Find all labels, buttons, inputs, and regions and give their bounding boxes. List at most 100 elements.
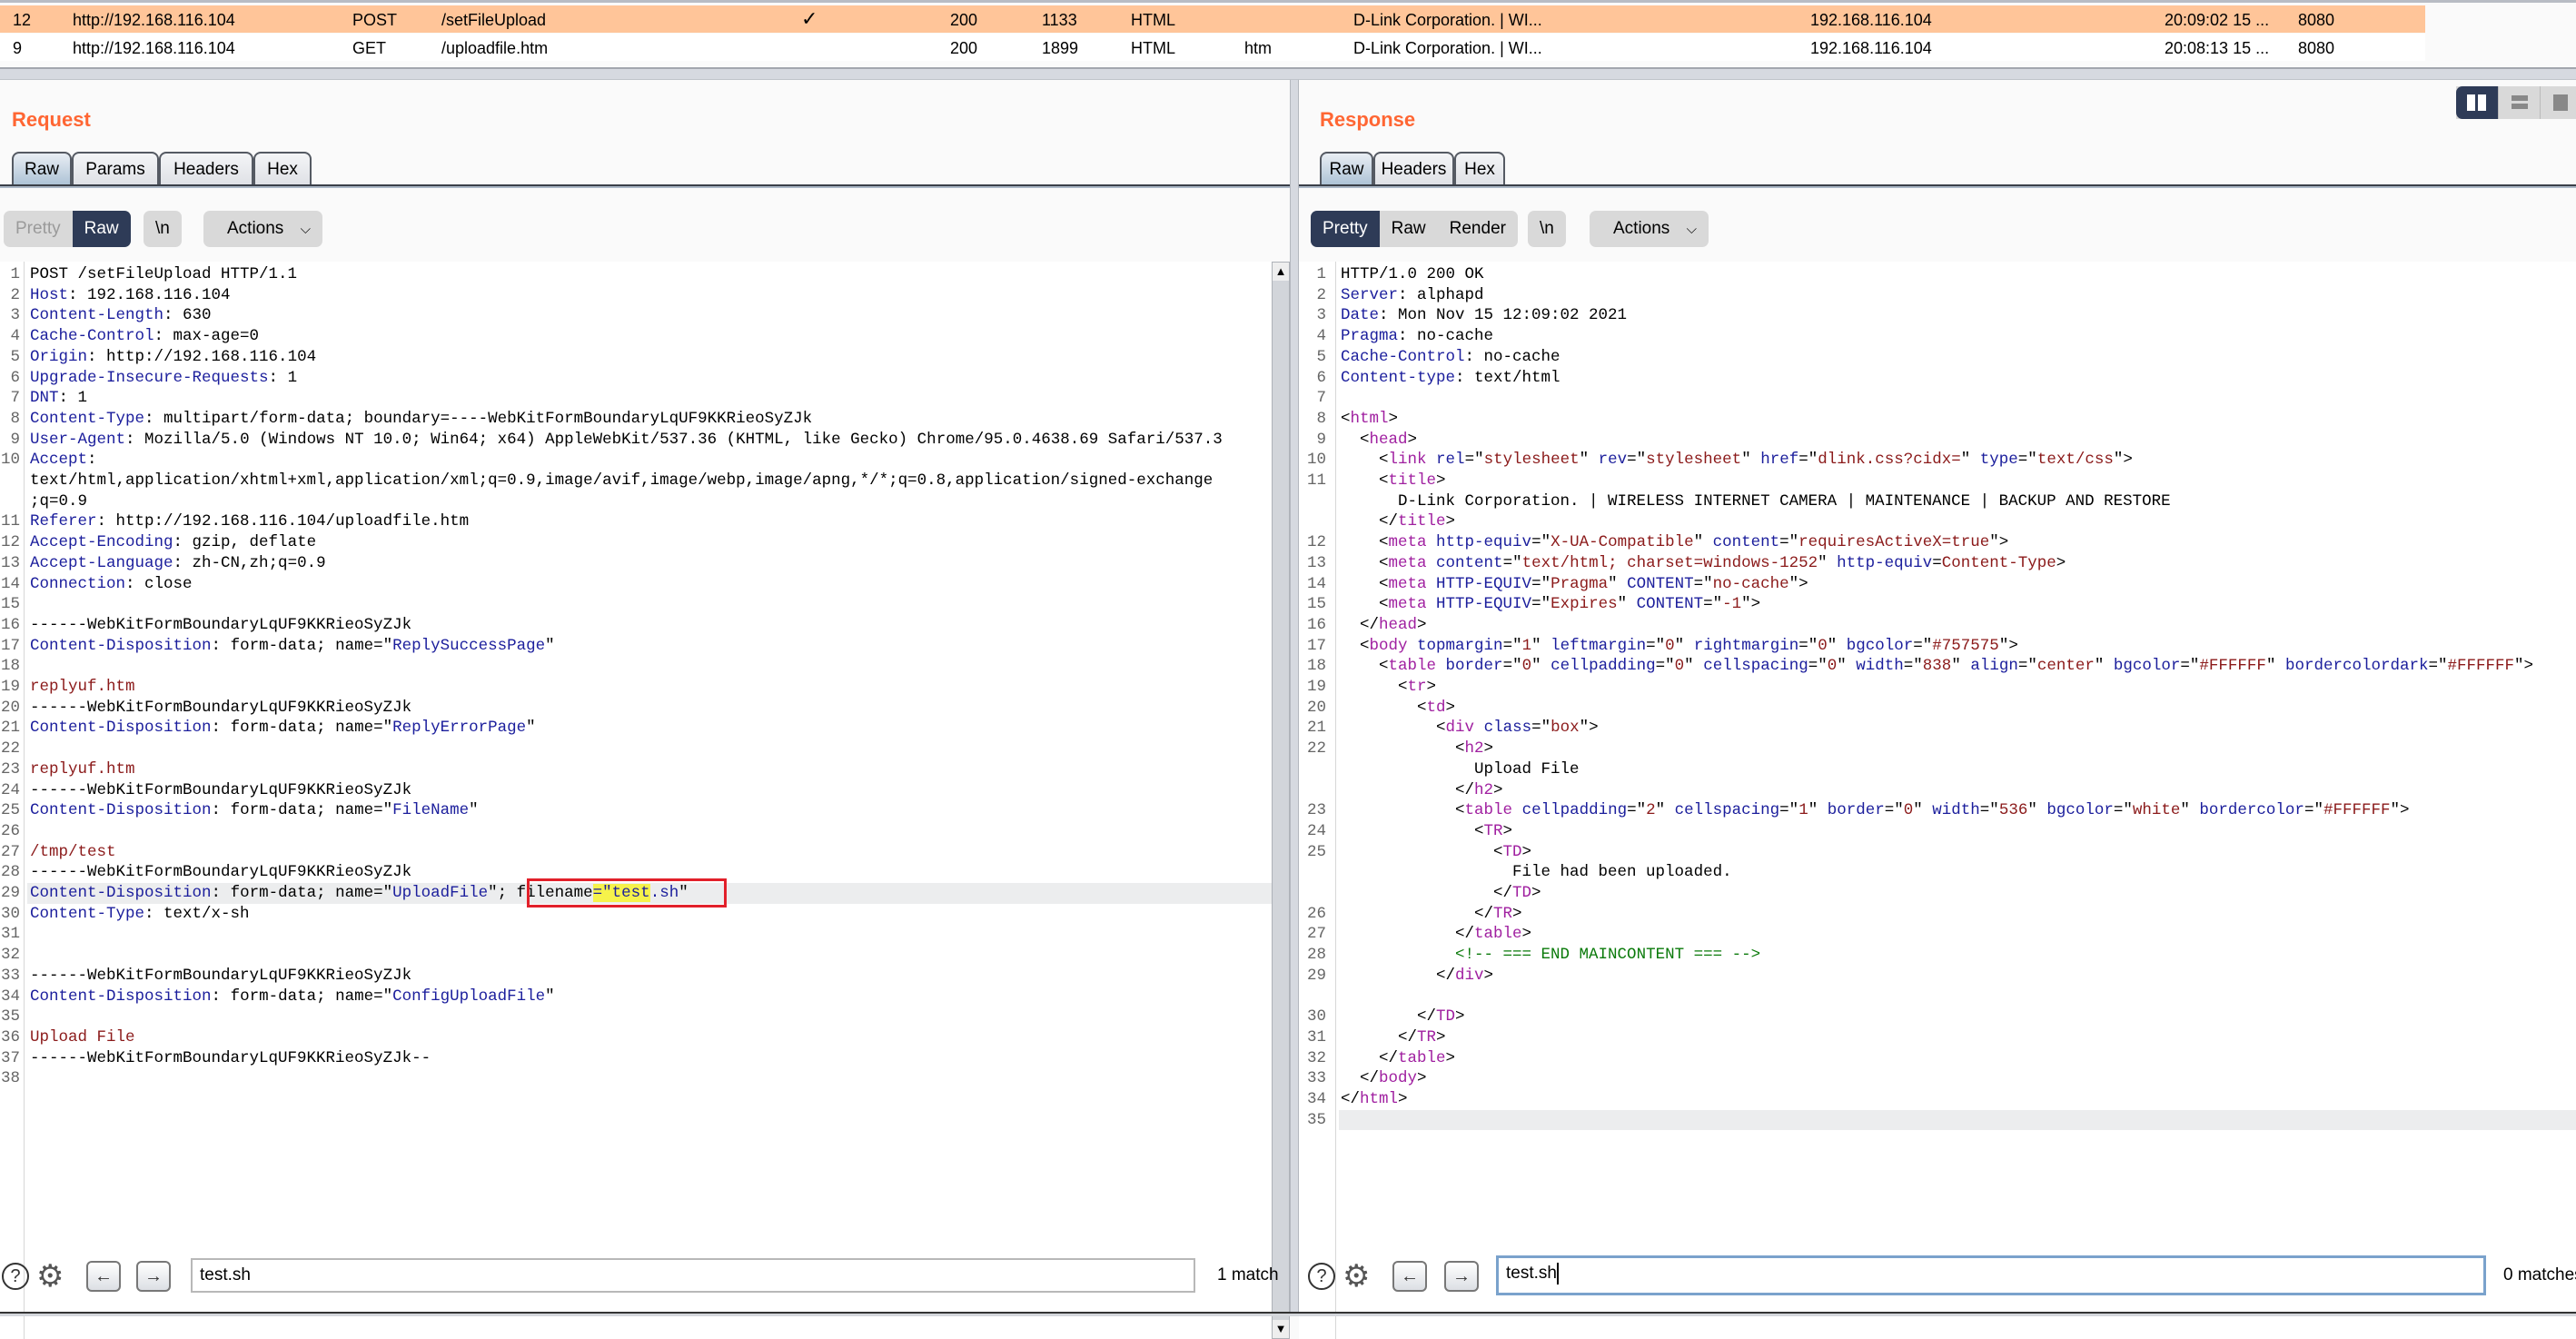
response-line: <TD> bbox=[1341, 842, 1532, 861]
request-search-input[interactable]: test.sh bbox=[191, 1258, 1195, 1293]
line-number: 27 bbox=[0, 842, 20, 861]
response-line: Pragma: no-cache bbox=[1341, 327, 1494, 346]
history-cell-url: /uploadfile.htm bbox=[441, 39, 549, 57]
request-line: POST /setFileUpload HTTP/1.1 bbox=[30, 265, 297, 283]
response-line: <head> bbox=[1341, 430, 1418, 449]
response-line: <html> bbox=[1341, 409, 1399, 428]
response-view-pretty[interactable]: Pretty bbox=[1311, 211, 1380, 247]
request-line: Origin: http://192.168.116.104 bbox=[30, 347, 317, 366]
response-tab-headers[interactable]: Headers bbox=[1373, 152, 1454, 184]
body-value: replyuf.htm bbox=[30, 759, 135, 779]
response-line: D-Link Corporation. | WIRELESS INTERNET … bbox=[1341, 491, 2171, 511]
line-number: 32 bbox=[0, 946, 20, 965]
raw-text: ;q=0.9 bbox=[30, 491, 88, 511]
request-actions-button[interactable]: Actions ⌵ bbox=[203, 211, 322, 247]
response-view-raw[interactable]: Raw bbox=[1380, 211, 1438, 247]
request-view-raw[interactable]: Raw bbox=[72, 211, 131, 247]
vertical-splitter[interactable] bbox=[1290, 80, 1299, 1316]
line-number: 17 bbox=[0, 636, 20, 655]
response-line: </body> bbox=[1341, 1069, 1427, 1088]
response-tab-hex[interactable]: Hex bbox=[1454, 152, 1505, 184]
response-line: <!-- === END MAINCONTENT === --> bbox=[1455, 946, 1761, 965]
header-value: 1 bbox=[287, 368, 298, 387]
request-newline-toggle[interactable]: \n bbox=[144, 211, 182, 247]
request-line: ------WebKitFormBoundaryLqUF9KKRieoSyZJk bbox=[30, 616, 411, 634]
header-name: Accept-Language bbox=[30, 553, 173, 572]
request-view-pretty[interactable]: Pretty bbox=[4, 211, 73, 247]
newline-label: \n bbox=[155, 219, 170, 238]
line-number: 31 bbox=[1306, 1027, 1326, 1046]
line-number: 34 bbox=[1306, 1090, 1326, 1108]
line-number: 23 bbox=[1306, 801, 1326, 820]
request-line: /tmp/test bbox=[30, 843, 116, 861]
header-name: Accept-Encoding bbox=[30, 533, 173, 552]
request-editor[interactable]: 1 POST /setFileUpload HTTP/1.1 2 Host: 192.… bbox=[0, 262, 1272, 1339]
response-search-input[interactable]: test.sh bbox=[1496, 1255, 2486, 1295]
param-name: UploadFile bbox=[392, 884, 489, 902]
search-next-button[interactable]: → bbox=[136, 1261, 171, 1292]
line-number: 21 bbox=[1306, 719, 1326, 738]
request-line: Accept-Encoding: gzip, deflate bbox=[30, 533, 317, 552]
raw-text: ------WebKitFormBoundaryLqUF9KKRieoSyZJk bbox=[30, 780, 412, 799]
gear-icon[interactable]: ⚙ bbox=[1342, 1261, 1370, 1292]
response-line: <body topmargin="1" leftmargin="0" right… bbox=[1341, 636, 2018, 655]
line-number: 8 bbox=[1316, 409, 1326, 428]
raw-text: ------WebKitFormBoundaryLqUF9KKRieoSyZJk bbox=[30, 863, 412, 882]
raw-text: POST /setFileUpload HTTP/1.1 bbox=[30, 265, 298, 283]
request-line: ;q=0.9 bbox=[30, 492, 87, 511]
horizontal-splitter[interactable] bbox=[0, 67, 2576, 80]
help-icon[interactable]: ? bbox=[2, 1263, 29, 1290]
response-line: Date: Mon Nov 15 12:09:02 2021 bbox=[1341, 306, 1628, 325]
response-title: Response bbox=[1320, 108, 1416, 131]
history-cell-url: /setFileUpload bbox=[441, 11, 547, 29]
search-prev-button[interactable]: ← bbox=[86, 1261, 121, 1292]
header-name: Content-Type bbox=[30, 904, 145, 923]
line-number: 1 bbox=[1316, 265, 1326, 283]
request-scrollbar[interactable]: ▲ ▼ bbox=[1272, 262, 1290, 1339]
request-tab-params[interactable]: Params bbox=[72, 152, 159, 184]
history-cell-length: 1899 bbox=[1042, 39, 1079, 57]
response-line: <link rel="stylesheet" rev="stylesheet" … bbox=[1341, 451, 2133, 470]
request-line: Content-Length: 630 bbox=[30, 306, 212, 325]
text-caret bbox=[1556, 1262, 1559, 1284]
line-number: 7 bbox=[10, 389, 20, 408]
request-line: Content-Disposition: form-data; name="Re… bbox=[30, 636, 555, 655]
response-line: </TD> bbox=[1341, 1007, 1465, 1027]
line-number: 16 bbox=[0, 615, 20, 634]
line-number: 33 bbox=[0, 966, 20, 985]
header-name: DNT bbox=[30, 389, 59, 408]
request-tab-raw[interactable]: Raw bbox=[12, 152, 72, 184]
request-tab-headers[interactable]: Headers bbox=[159, 152, 253, 184]
header-name: Content-Disposition bbox=[30, 801, 212, 820]
line-number: 6 bbox=[1316, 368, 1326, 387]
header-value: 1 bbox=[77, 389, 88, 408]
response-view-render[interactable]: Render bbox=[1438, 211, 1518, 247]
request-tab-hex[interactable]: Hex bbox=[253, 152, 312, 184]
search-next-button[interactable]: → bbox=[1444, 1261, 1479, 1292]
header-value: max-age=0 bbox=[173, 327, 260, 346]
gear-icon[interactable]: ⚙ bbox=[36, 1261, 64, 1292]
newline-label: \n bbox=[1540, 219, 1554, 238]
search-prev-button[interactable]: ← bbox=[1392, 1261, 1427, 1292]
response-editor[interactable]: 1 HTTP/1.0 200 OK 2 Server: alphapd 3 Date: M… bbox=[1299, 262, 2576, 1339]
response-line: <tr> bbox=[1341, 678, 1437, 696]
scroll-down-arrow-icon[interactable]: ▼ bbox=[1273, 1320, 1289, 1338]
help-icon[interactable]: ? bbox=[1308, 1263, 1335, 1290]
line-number: 2 bbox=[1316, 285, 1326, 304]
history-row[interactable]: 12 http://192.168.116.104 POST/setFileUplo… bbox=[0, 5, 2425, 33]
annotation-highlight-box bbox=[527, 878, 727, 908]
response-tab-raw[interactable]: Raw bbox=[1320, 152, 1373, 184]
response-actions-button[interactable]: Actions ⌵ bbox=[1590, 211, 1709, 247]
line-number: 12 bbox=[1306, 533, 1326, 552]
line-number: 15 bbox=[0, 595, 20, 614]
response-line: <div class="box"> bbox=[1341, 719, 1599, 738]
raw-text: ------WebKitFormBoundaryLqUF9KKRieoSyZJk bbox=[30, 966, 412, 985]
response-line: </TR> bbox=[1341, 1027, 1446, 1046]
scroll-up-arrow-icon[interactable]: ▲ bbox=[1273, 263, 1289, 281]
response-newline-toggle[interactable]: \n bbox=[1528, 211, 1566, 247]
history-row[interactable]: 9 http://192.168.116.104 GET/uploadfile.ht… bbox=[0, 34, 2425, 61]
response-line: <meta http-equiv="X-UA-Compatible" conte… bbox=[1341, 533, 2009, 552]
response-line: <meta HTTP-EQUIV="Pragma" CONTENT="no-ca… bbox=[1341, 574, 1808, 593]
request-line: ------WebKitFormBoundaryLqUF9KKRieoSyZJk bbox=[30, 699, 411, 717]
response-line: <meta content="text/html; charset=window… bbox=[1341, 553, 2066, 572]
